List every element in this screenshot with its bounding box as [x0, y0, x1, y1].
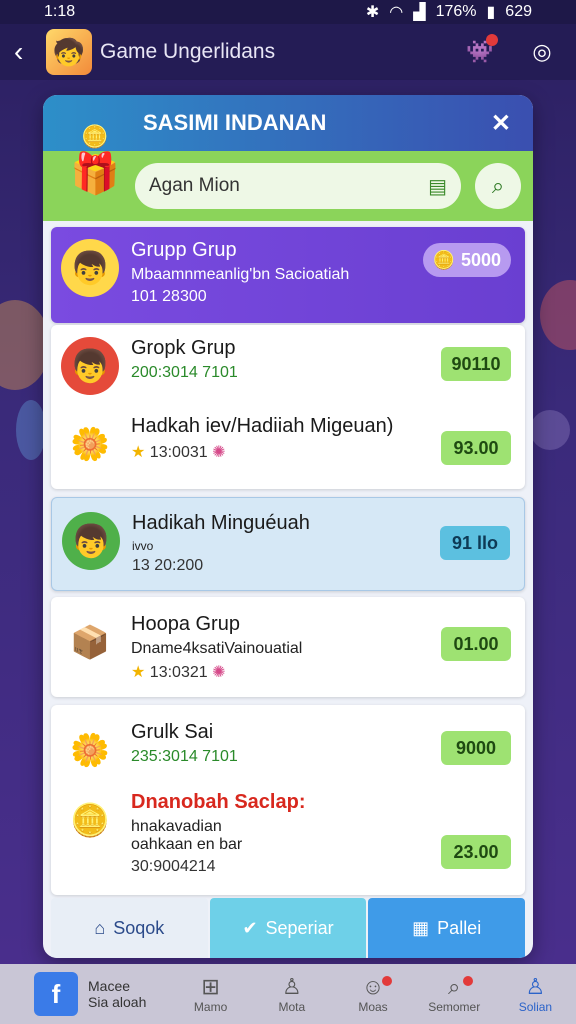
- wifi-icon: ◠: [389, 4, 404, 21]
- tab-search[interactable]: ⌂ Soqok: [51, 898, 208, 958]
- nav-label: Mota: [278, 1000, 306, 1014]
- coin-icon: 🪙: [432, 249, 455, 270]
- brand-line-1: Macee: [88, 978, 131, 994]
- tab-label: Seperiar: [265, 917, 334, 938]
- background-decoration: [530, 410, 570, 450]
- home-icon: ⌂: [94, 917, 106, 938]
- notification-dot: [486, 34, 498, 46]
- grid-icon: ⊞: [201, 974, 220, 999]
- list-item-title: Dnanobah Saclap:: [131, 791, 306, 813]
- profile-icon: ♙: [525, 974, 546, 999]
- nav-label: Semomer: [428, 1000, 481, 1014]
- close-icon[interactable]: ✕: [491, 109, 511, 138]
- signal-icon: ▟: [413, 4, 426, 21]
- list-item-meta: ★ 13:0321 ✺: [131, 662, 525, 682]
- panel-tabs: ⌂ Soqok ✔ Seperiar ▦ Pallei: [51, 898, 526, 958]
- battery-level: 176%: [435, 3, 477, 20]
- person-icon: ♙: [281, 974, 302, 999]
- status-bar: 1:18 ✱ ◠ ▟ 176% ▮ 629: [0, 0, 576, 24]
- check-badge-icon: ✔: [242, 917, 258, 938]
- value-badge[interactable]: 91 llo: [440, 526, 510, 560]
- background-decoration: [540, 280, 576, 350]
- back-arrow-icon[interactable]: ‹: [14, 36, 44, 68]
- chat-bot-button[interactable]: 👾: [460, 32, 500, 72]
- coin-badge-value: 5000: [460, 249, 501, 270]
- avatar: 👦: [61, 337, 119, 395]
- notification-dot: [462, 976, 473, 986]
- coin-flower-icon: 🌼: [70, 426, 110, 462]
- gold-box-icon: 📦: [70, 624, 110, 660]
- panel-title: SASIMI INDANAN: [143, 110, 327, 135]
- camera-icon: ◎: [532, 39, 552, 64]
- value-badge-text: 90110: [451, 353, 501, 374]
- nav-label: Moas: [358, 1000, 388, 1014]
- status-clock-right: 629: [505, 3, 532, 20]
- search-icon: ⌕: [491, 173, 505, 198]
- coin-icon: 🪙: [81, 123, 109, 149]
- nav-item-semomer[interactable]: ⌕ Semomer: [414, 974, 495, 1014]
- list-card: 👦 Gropk Grup 200:3014 7101 90110 🌼 Hadka…: [51, 325, 525, 489]
- app-bar: ‹ 🧒 Game Ungerlidans 👾 ◎: [0, 24, 576, 80]
- nav-label: Solian: [518, 1000, 553, 1014]
- pink-gem-icon: ✺: [212, 444, 226, 461]
- nav-item-solian[interactable]: ♙ Solian: [495, 974, 576, 1014]
- smile-icon: ☺: [361, 974, 385, 999]
- nav-item-mamo[interactable]: ⊞ Mamo: [170, 974, 251, 1014]
- nav-label: Mamo: [193, 1000, 228, 1014]
- nav-item-moas[interactable]: ☺ Moas: [332, 974, 413, 1014]
- brand-logo: f: [34, 972, 78, 1016]
- app-logo: 🧒: [46, 29, 92, 75]
- coin-badge[interactable]: 🪙 5000: [422, 243, 511, 277]
- battery-icon: ▮: [486, 4, 496, 21]
- tab-label: Soqok: [113, 917, 165, 938]
- list-item-meta-value: 13:0321: [149, 664, 208, 681]
- star-icon: ★: [131, 664, 146, 681]
- app-title: Game Ungerlidans: [100, 40, 276, 63]
- value-badge-text: 91 llo: [451, 532, 499, 553]
- brand-line-2: Sia aloah: [88, 994, 147, 1010]
- list-item[interactable]: 📦 Hoopa Grup Dname4ksatiVainouatial ★ 13…: [51, 597, 525, 697]
- avatar: 👦: [61, 239, 119, 297]
- nav-brand[interactable]: f Macee Sia aloah: [0, 972, 170, 1016]
- bluetooth-icon: ✱: [365, 4, 380, 21]
- value-badge[interactable]: 93.00: [441, 431, 511, 465]
- list-item-subtitle: hnakavadian: [131, 818, 222, 835]
- list-item-meta-value: 13:0031: [149, 444, 208, 461]
- value-badge[interactable]: 01.00: [441, 627, 511, 661]
- status-time: 1:18: [44, 3, 76, 20]
- list-item[interactable]: 👦 Grupp Grup Mbaamnmeanlig'bn Sacioatiah…: [51, 227, 525, 323]
- notification-dot: [381, 976, 392, 986]
- gift-box-illustration: 🪙 🎁: [57, 105, 133, 215]
- list-item-meta: 101 28300: [131, 288, 207, 305]
- box-icon: ▦: [412, 917, 430, 938]
- camera-button[interactable]: ◎: [522, 32, 562, 72]
- list-card: 🌼 Grulk Sai 235:3014 7101 9000 🪙 Dnanoba…: [51, 705, 525, 895]
- value-badge-text: 9000: [455, 737, 497, 758]
- list-item[interactable]: 👦 Hadikah Minguéuah ivvo 13 20:200 91 ll…: [51, 497, 525, 591]
- star-icon: ★: [131, 444, 146, 461]
- gift-panel: 🪙 🎁 SASIMI INDANAN ✕ Agan Mion ▤ ⌕ 👦 Gru…: [43, 95, 533, 958]
- tab-pallet[interactable]: ▦ Pallei: [368, 898, 526, 958]
- tab-label: Pallei: [437, 917, 482, 938]
- coins-and-face-icon: 🪙: [70, 802, 110, 838]
- tab-special[interactable]: ✔ Seperiar: [209, 898, 367, 958]
- value-badge-text: 23.00: [453, 841, 499, 862]
- search-input[interactable]: Agan Mion ▤: [135, 163, 461, 209]
- value-badge-text: 93.00: [453, 437, 499, 458]
- search-button[interactable]: ⌕: [475, 163, 521, 209]
- nav-item-mota[interactable]: ♙ Mota: [251, 974, 332, 1014]
- value-badge[interactable]: 23.00: [441, 835, 511, 869]
- coin-flower-icon: 🌼: [70, 732, 110, 768]
- search-icon: ⌕: [448, 974, 461, 999]
- note-icon[interactable]: ▤: [428, 174, 447, 199]
- background-decoration: [16, 400, 46, 460]
- pink-gem-icon: ✺: [212, 664, 226, 681]
- bottom-navigation: f Macee Sia aloah ⊞ Mamo ♙ Mota ☺ Moas ⌕…: [0, 964, 576, 1024]
- value-badge-text: 01.00: [453, 633, 499, 654]
- gift-box-icon: 🎁: [70, 151, 120, 196]
- value-badge[interactable]: 90110: [441, 347, 511, 381]
- value-badge[interactable]: 9000: [441, 731, 511, 765]
- search-input-value: Agan Mion: [149, 175, 240, 196]
- avatar: 👦: [62, 512, 120, 570]
